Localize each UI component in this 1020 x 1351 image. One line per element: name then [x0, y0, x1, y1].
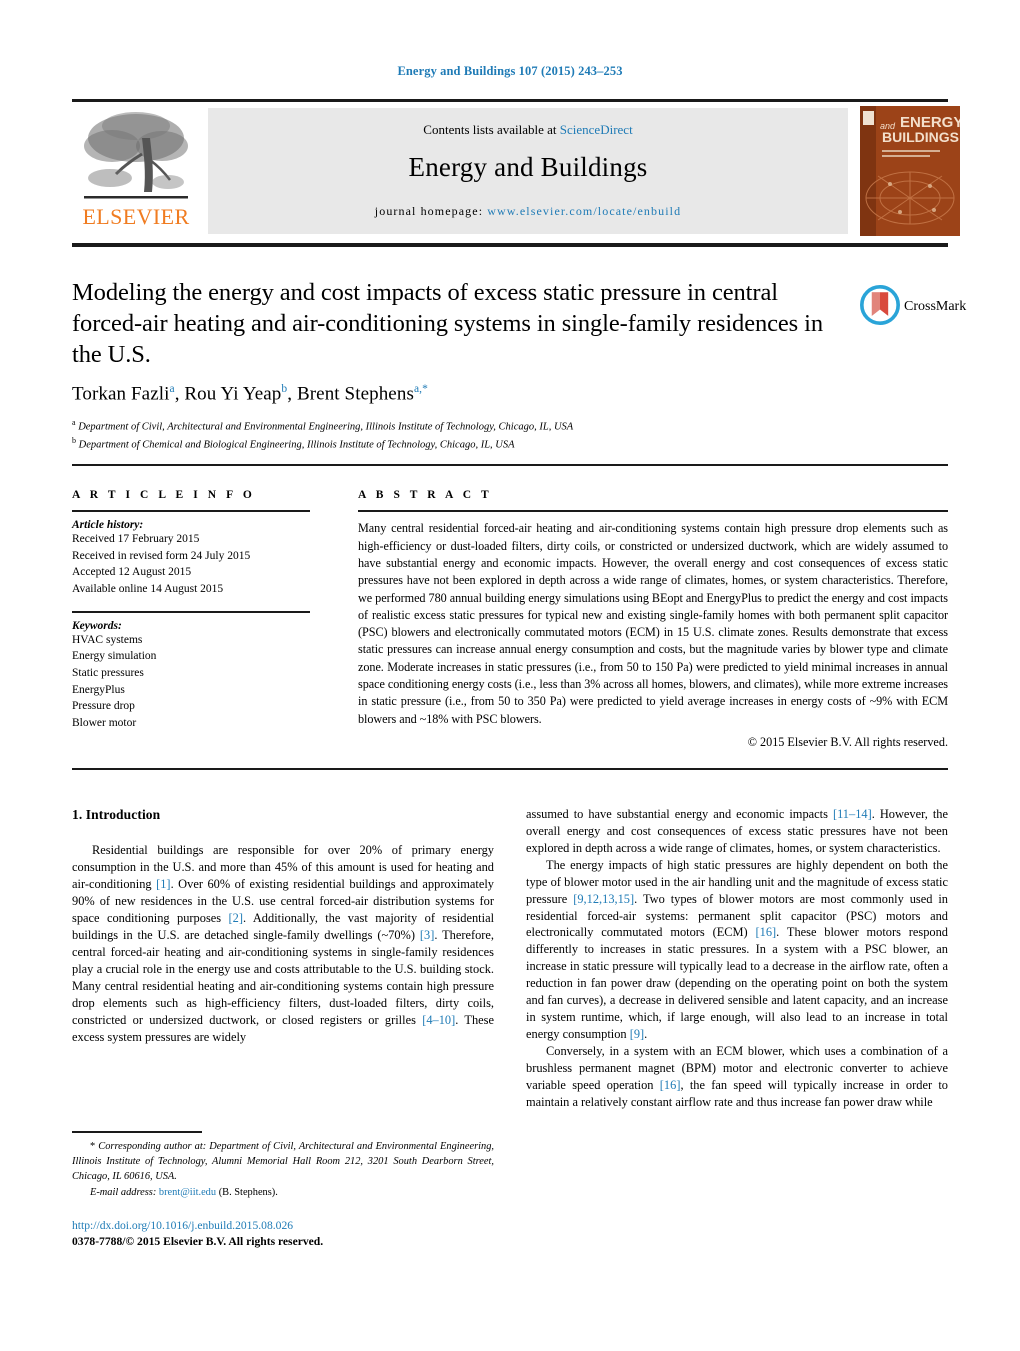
affiliation-marker-b: b	[72, 436, 76, 446]
paragraph: Conversely, in a system with an ECM blow…	[526, 1043, 949, 1109]
abstract-rule	[358, 510, 948, 513]
keyword-item: Pressure drop	[72, 700, 135, 713]
doi-link[interactable]: http://dx.doi.org/10.1016/j.enbuild.2015…	[72, 1218, 522, 1234]
article-history-item: Available online 14 August 2015	[72, 583, 224, 596]
article-info-block: A R T I C L E I N F O Article history: R…	[72, 489, 330, 732]
abstract-section-rule	[72, 464, 948, 467]
affiliation-a: a Department of Civil, Architectural and…	[72, 417, 832, 435]
keyword-item: HVAC systems	[72, 633, 143, 646]
journal-masthead: ELSEVIER Contents lists available at Sci…	[72, 104, 960, 236]
affiliation-text-a: Department of Civil, Architectural and E…	[78, 421, 574, 433]
corresponding-author-note: * Corresponding author at: Department of…	[72, 1141, 494, 1182]
article-history-item: Received in revised form 24 July 2015	[72, 549, 251, 562]
journal-homepage-line: journal homepage: www.elsevier.com/locat…	[208, 204, 848, 219]
abstract-text: Many central residential forced-air heat…	[358, 521, 948, 726]
elsevier-wordmark: ELSEVIER	[82, 204, 190, 229]
section-heading-introduction: 1. Introduction	[72, 807, 161, 822]
contents-available-line: Contents lists available at ScienceDirec…	[208, 122, 848, 138]
footnote-rule	[72, 1131, 202, 1133]
affiliation-marker-a: a	[72, 418, 76, 427]
title-block: Modeling the energy and cost impacts of …	[72, 278, 832, 371]
article-history-item: Received 17 February 2015	[72, 533, 200, 545]
keyword-item: Static pressures	[72, 667, 144, 680]
contents-prefix: Contents lists available at	[423, 122, 560, 137]
homepage-url-link[interactable]: www.elsevier.com/locate/enbuild	[487, 204, 681, 218]
svg-text:BUILDINGS: BUILDINGS	[882, 129, 959, 145]
elsevier-logo[interactable]: ELSEVIER	[72, 104, 200, 236]
issn-copyright-line: 0378-7788/© 2015 Elsevier B.V. All right…	[72, 1235, 324, 1249]
crossmark-label: CrossMark	[904, 299, 967, 314]
keyword-item: EnergyPlus	[72, 683, 125, 696]
running-head: Energy and Buildings 107 (2015) 243–253	[397, 64, 623, 78]
article-history-item: Accepted 12 August 2015	[72, 566, 192, 579]
header-rule-top	[72, 99, 948, 102]
paragraph: assumed to have substantial energy and e…	[526, 807, 949, 855]
affiliation-text-b: Department of Chemical and Biological En…	[78, 439, 515, 451]
keywords-rule	[72, 610, 310, 613]
abstract-heading: A B S T R A C T	[358, 489, 493, 501]
header-rule-bottom	[72, 243, 948, 247]
crossmark-icon	[860, 285, 900, 325]
paper-page: Energy and Buildings 107 (2015) 243–253	[0, 0, 1020, 1351]
paragraph: Residential buildings are responsible fo…	[72, 843, 495, 1044]
sciencedirect-link[interactable]: ScienceDirect	[560, 122, 633, 137]
corresponding-email-note: E-mail address: brent@iit.edu (B. Stephe…	[90, 1187, 278, 1199]
crossmark-badge[interactable]: CrossMark	[860, 285, 966, 333]
author-list: Torkan Fazlia, Rou Yi Yeapb, Brent Steph…	[72, 383, 428, 405]
paragraph: The energy impacts of high static pressu…	[526, 857, 948, 1041]
abstract-block: A B S T R A C T Many central residential…	[358, 489, 948, 750]
body-section-rule	[72, 768, 948, 771]
keyword-item: Blower motor	[72, 717, 137, 730]
page-title: Modeling the energy and cost impacts of …	[72, 279, 823, 368]
body-column-right: assumed to have substantial energy and e…	[526, 806, 948, 1111]
doi-block: http://dx.doi.org/10.1016/j.enbuild.2015…	[72, 1218, 522, 1251]
homepage-prefix: journal homepage:	[374, 204, 488, 218]
journal-cover-thumbnail: and ENERGY BUILDINGS	[860, 106, 960, 236]
affiliation-b: b Department of Chemical and Biological …	[72, 435, 832, 453]
abstract-copyright: © 2015 Elsevier B.V. All rights reserved…	[747, 735, 948, 750]
body-column-left: 1. Introduction Residential buildings ar…	[72, 806, 494, 1045]
contents-panel: Contents lists available at ScienceDirec…	[208, 108, 848, 234]
elsevier-tree-icon	[80, 108, 192, 206]
keywords-label: Keywords:	[72, 619, 122, 632]
keyword-item: Energy simulation	[72, 650, 157, 663]
footnote-block: * Corresponding author at: Department of…	[72, 1140, 494, 1201]
article-info-heading: A R T I C L E I N F O	[72, 489, 256, 501]
journal-title: Energy and Buildings	[408, 152, 648, 182]
affiliation-list: a Department of Civil, Architectural and…	[72, 417, 832, 454]
article-info-rule	[72, 510, 310, 512]
article-history-label: Article history:	[72, 519, 144, 531]
